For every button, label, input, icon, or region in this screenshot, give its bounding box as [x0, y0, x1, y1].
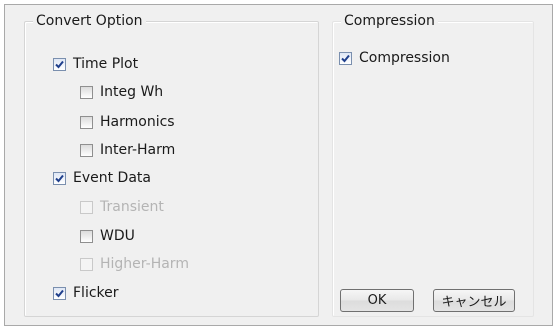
wdu-label: WDU [100, 228, 135, 244]
check-mark-icon [55, 60, 64, 68]
event-data-label: Event Data [73, 170, 151, 186]
transient-label: Transient [100, 199, 164, 215]
compression-label: Compression [359, 50, 450, 66]
transient-checkbox: Transient [80, 197, 164, 217]
ok-button[interactable]: OK [340, 289, 414, 312]
inter-harm-label: Inter-Harm [100, 142, 176, 158]
inter-harm-checkbox[interactable]: Inter-Harm [80, 140, 175, 160]
convert-option-title: Convert Option [33, 12, 146, 30]
checkbox-box[interactable] [53, 57, 66, 71]
flicker-checkbox[interactable]: Flicker [53, 283, 119, 303]
convert-dialog: Convert Option Time Plot Integ Wh Harmon… [4, 4, 553, 326]
integ-wh-label: Integ Wh [100, 84, 164, 100]
checkbox-box [80, 257, 93, 271]
compression-group: Compression Compression [332, 12, 534, 317]
check-mark-icon [55, 289, 64, 297]
event-data-checkbox[interactable]: Event Data [53, 168, 151, 188]
time-plot-checkbox[interactable]: Time Plot [53, 54, 138, 74]
flicker-label: Flicker [73, 285, 119, 301]
checkbox-box[interactable] [80, 85, 93, 99]
higher-harm-checkbox: Higher-Harm [80, 254, 189, 274]
harmonics-checkbox[interactable]: Harmonics [80, 112, 175, 132]
check-mark-icon [341, 54, 350, 62]
harmonics-label: Harmonics [100, 114, 175, 130]
time-plot-label: Time Plot [73, 56, 139, 72]
checkbox-box[interactable] [80, 229, 93, 243]
checkbox-box[interactable] [339, 51, 352, 65]
convert-option-group: Convert Option Time Plot Integ Wh Harmon… [24, 12, 319, 317]
compression-title: Compression [341, 12, 438, 30]
checkbox-box[interactable] [80, 115, 93, 129]
checkbox-box[interactable] [53, 286, 66, 300]
cancel-button[interactable]: キャンセル [433, 289, 515, 312]
integ-wh-checkbox[interactable]: Integ Wh [80, 82, 163, 102]
checkbox-box[interactable] [80, 143, 93, 157]
compression-checkbox[interactable]: Compression [339, 48, 450, 68]
check-mark-icon [55, 174, 64, 182]
checkbox-box [80, 200, 93, 214]
checkbox-box[interactable] [53, 171, 66, 185]
higher-harm-label: Higher-Harm [100, 256, 189, 272]
wdu-checkbox[interactable]: WDU [80, 226, 135, 246]
